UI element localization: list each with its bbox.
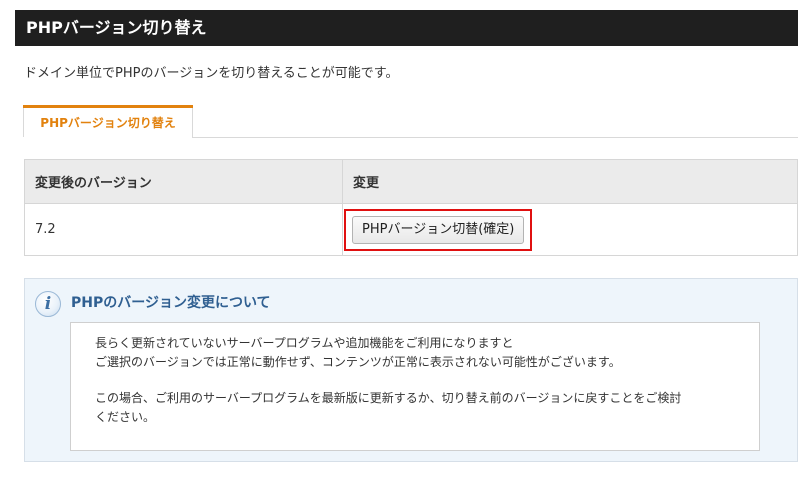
version-table: 変更後のバージョン 変更 7.2 PHPバージョン切替(確定) xyxy=(24,159,798,256)
column-header-new-version: 変更後のバージョン xyxy=(24,159,343,204)
info-line: 長らく更新されていないサーバープログラムや追加機能をご利用になりますと xyxy=(95,336,514,350)
info-icon: i xyxy=(35,291,61,317)
table-row: 7.2 PHPバージョン切替(確定) xyxy=(24,203,798,256)
page-title: PHPバージョン切り替え xyxy=(15,10,798,46)
change-cell: PHPバージョン切替(確定) xyxy=(342,203,798,256)
tab-php-version-switch[interactable]: PHPバージョン切り替え xyxy=(23,105,193,138)
info-title: PHPのバージョン変更について xyxy=(71,295,271,311)
info-body: 長らく更新されていないサーバープログラムや追加機能をご利用になりますと ご選択の… xyxy=(70,322,760,451)
info-panel: i PHPのバージョン変更について 長らく更新されていないサーバープログラムや追… xyxy=(24,278,798,462)
table-header-row: 変更後のバージョン 変更 xyxy=(24,159,798,204)
info-line: ください。 xyxy=(95,410,156,424)
info-line: ご選択のバージョンでは正常に動作せず、コンテンツが正常に表示されない可能性がござ… xyxy=(95,355,621,369)
version-value: 7.2 xyxy=(24,203,343,256)
info-line: この場合、ご利用のサーバープログラムを最新版に更新するか、切り替え前のバージョン… xyxy=(95,391,682,405)
php-version-switch-page: PHPバージョン切り替え ドメイン単位でPHPのバージョンを切り替えることが可能… xyxy=(0,0,800,479)
info-paragraph: 長らく更新されていないサーバープログラムや追加機能をご利用になりますと ご選択の… xyxy=(95,334,735,372)
page-description: ドメイン単位でPHPのバージョンを切り替えることが可能です。 xyxy=(24,66,399,81)
info-paragraph: この場合、ご利用のサーバープログラムを最新版に更新するか、切り替え前のバージョン… xyxy=(95,389,735,427)
php-version-switch-confirm-button[interactable]: PHPバージョン切替(確定) xyxy=(352,215,525,244)
highlight-box: PHPバージョン切替(確定) xyxy=(344,208,533,251)
column-header-change: 変更 xyxy=(342,159,798,204)
